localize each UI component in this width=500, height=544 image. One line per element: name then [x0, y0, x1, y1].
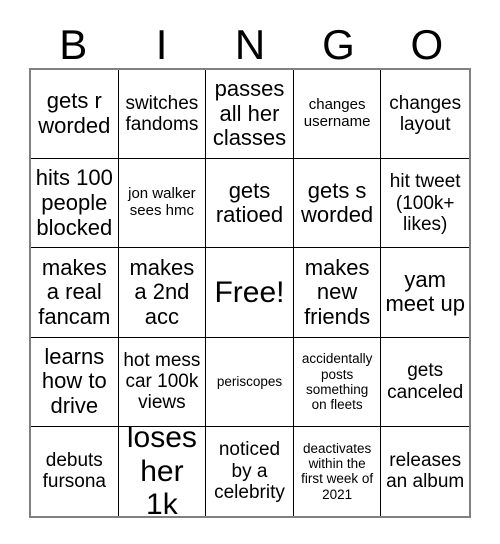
bingo-cell[interactable]: makes a real fancam: [31, 248, 119, 338]
bingo-cell-label: jon walker sees hmc: [128, 185, 196, 220]
bingo-cell[interactable]: changes username: [293, 70, 382, 160]
bingo-cell-label: makes a 2nd acc: [129, 254, 195, 329]
bingo-header-letter-n: N: [234, 21, 266, 68]
bingo-cell[interactable]: noticed by a celebrity: [206, 426, 294, 516]
bingo-cell[interactable]: accidentally posts something on fleets: [293, 337, 382, 427]
bingo-cell-label: releases an album: [386, 450, 465, 493]
bingo-cell-label: loses her 1k: [126, 426, 197, 516]
bingo-free-space-label: Free!: [214, 275, 285, 309]
bingo-cell[interactable]: jon walker sees hmc: [118, 159, 207, 249]
bingo-grid: gets r worded switches fandoms passes al…: [29, 68, 471, 518]
bingo-cell-label: learns how to drive: [41, 343, 107, 418]
bingo-cell-label: gets r worded: [38, 88, 111, 139]
bingo-cell[interactable]: releases an album: [381, 426, 469, 516]
bingo-cell-label: periscopes: [216, 374, 283, 390]
bingo-cell-label: makes new friends: [304, 254, 371, 329]
bingo-header-letter-o: O: [410, 21, 444, 68]
bingo-cell[interactable]: deactivates within the first week of 202…: [293, 426, 382, 516]
bingo-cell-label: hit tweet (100k+ likes): [389, 171, 461, 235]
bingo-cell[interactable]: periscopes: [206, 337, 294, 427]
bingo-cell[interactable]: gets s worded: [293, 159, 382, 249]
bingo-cell-label: makes a real fancam: [38, 254, 111, 329]
bingo-cell[interactable]: hit tweet (100k+ likes): [381, 159, 469, 249]
bingo-cell[interactable]: gets r worded: [31, 70, 119, 160]
bingo-cell[interactable]: loses her 1k: [118, 426, 207, 516]
bingo-cell[interactable]: switches fandoms: [118, 70, 207, 160]
bingo-cell[interactable]: hits 100 people blocked: [31, 159, 119, 249]
bingo-header-letter-i: I: [155, 21, 168, 68]
bingo-cell[interactable]: changes layout: [381, 70, 469, 160]
bingo-cell-label: gets ratioed: [215, 177, 284, 228]
bingo-cell[interactable]: debuts fursona: [31, 426, 119, 516]
bingo-cell[interactable]: gets canceled: [381, 337, 469, 427]
bingo-card: B I N G O gets r worded switches fandoms…: [0, 0, 500, 544]
bingo-cell[interactable]: makes new friends: [293, 248, 382, 338]
bingo-cell-label: gets canceled: [387, 360, 464, 403]
bingo-cell[interactable]: hot mess car 100k views: [118, 337, 207, 427]
bingo-cell[interactable]: yam meet up: [381, 248, 469, 338]
bingo-header-letter-g: G: [322, 21, 355, 68]
bingo-cell-label: yam meet up: [385, 266, 465, 317]
bingo-header-letter-b: B: [59, 21, 88, 68]
bingo-free-space-cell[interactable]: Free!: [206, 248, 294, 338]
bingo-cell-label: hot mess car 100k views: [123, 349, 201, 414]
bingo-cell[interactable]: learns how to drive: [31, 337, 119, 427]
bingo-cell-label: gets s worded: [301, 177, 374, 228]
bingo-cell-label: changes layout: [389, 92, 462, 136]
bingo-cell[interactable]: gets ratioed: [206, 159, 294, 249]
bingo-cell-label: changes username: [303, 96, 371, 131]
bingo-cell-label: accidentally posts something on fleets: [301, 351, 373, 412]
bingo-cell-label: deactivates within the first week of 202…: [301, 441, 374, 502]
bingo-header-row: B I N G O: [29, 14, 471, 68]
bingo-cell-label: noticed by a celebrity: [214, 439, 285, 504]
bingo-cell-label: switches fandoms: [125, 92, 199, 136]
bingo-cell-label: debuts fursona: [42, 450, 106, 493]
bingo-cell[interactable]: makes a 2nd acc: [118, 248, 207, 338]
bingo-cell[interactable]: passes all her classes: [206, 70, 294, 160]
bingo-cell-label: hits 100 people blocked: [35, 165, 113, 240]
bingo-cell-label: passes all her classes: [212, 76, 287, 151]
